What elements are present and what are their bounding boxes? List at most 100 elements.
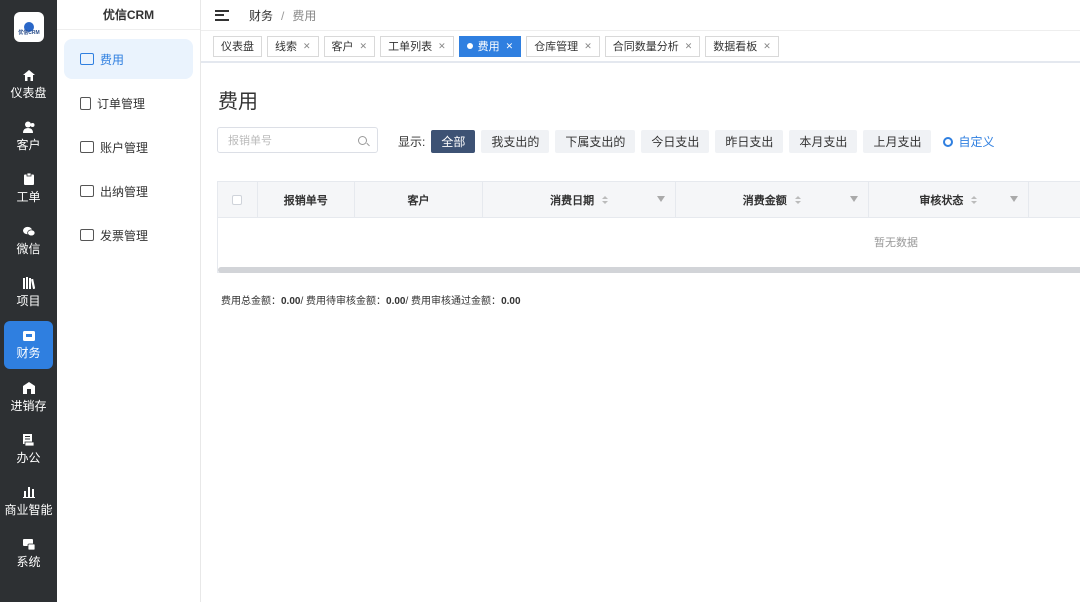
tab-leads[interactable]: 线索 ✕ — [267, 35, 319, 57]
search-input[interactable]: 报销单号 — [217, 127, 378, 153]
rail-item-label: 微信 — [16, 242, 41, 256]
filter-mine-button[interactable]: 我支出的 — [481, 130, 550, 153]
filter-last-month-button[interactable]: 上月支出 — [863, 130, 932, 153]
close-icon[interactable]: ✕ — [360, 41, 368, 52]
rail-item-label: 客户 — [16, 138, 41, 152]
column-header-status[interactable]: 审核状态 — [869, 182, 1030, 218]
column-header-date[interactable]: 消费日期 — [483, 182, 676, 218]
close-icon[interactable]: ✕ — [438, 41, 446, 52]
close-icon[interactable]: ✕ — [303, 41, 311, 52]
rail-item-dashboard[interactable]: 仪表盘 — [4, 61, 53, 109]
tab-tickets[interactable]: 工单列表 ✕ — [380, 35, 454, 57]
tab-data-board[interactable]: 数据看板 ✕ — [705, 35, 779, 57]
clipboard-icon — [23, 173, 35, 185]
home-icon — [22, 69, 35, 81]
filter-show-label: 显示: — [398, 135, 426, 149]
rail-item-projects[interactable]: 项目 — [4, 269, 53, 317]
wallet-icon — [22, 329, 35, 341]
sort-icon[interactable] — [602, 195, 609, 205]
filter-this-month-button[interactable]: 本月支出 — [789, 130, 858, 153]
rail-item-bi[interactable]: 商业智能 — [4, 478, 53, 526]
cashier-icon — [80, 185, 94, 197]
rail-item-system[interactable]: 系统 — [4, 530, 53, 578]
tab-dashboard[interactable]: 仪表盘 — [213, 35, 262, 57]
summary-total-label: 费用总金额： — [221, 296, 281, 307]
warehouse-icon — [22, 382, 35, 394]
sidebar-item-accounts[interactable]: 账户管理 — [64, 127, 193, 167]
rail-item-finance[interactable]: 财务 — [4, 321, 53, 369]
sidebar-item-label: 订单管理 — [97, 96, 146, 111]
column-header-claim-no[interactable]: 报销单号 — [258, 182, 355, 218]
breadcrumb-separator: / — [281, 8, 285, 23]
sort-icon[interactable] — [971, 195, 978, 205]
sidebar-item-orders[interactable]: 订单管理 — [64, 83, 193, 123]
page-title: 费用 — [218, 91, 258, 113]
select-all-checkbox[interactable] — [232, 195, 243, 205]
rail-item-customers[interactable]: 客户 — [4, 113, 53, 161]
breadcrumb: 财务 / 费用 — [249, 7, 316, 24]
custom-filter-button[interactable]: 自定义 — [943, 133, 994, 150]
sidebar-item-expense[interactable]: 费用 — [64, 39, 193, 79]
page-tabs: 仪表盘 线索 ✕ 客户 ✕ 工单列表 ✕ 费用 ✕ 仓库管理 ✕ 合同数量分析 ✕ 数据看板… — [201, 31, 1080, 63]
tab-contract-analysis[interactable]: 合同数量分析 ✕ — [604, 35, 701, 57]
tab-warehouse[interactable]: 仓库管理 ✕ — [526, 35, 600, 57]
search-icon[interactable] — [358, 135, 367, 145]
sidebar-item-label: 账户管理 — [100, 140, 149, 155]
tab-label: 客户 — [331, 41, 354, 53]
breadcrumb-current: 费用 — [292, 8, 317, 23]
app-rail: 优信CRM 仪表盘 客户 工单 微信 项目 财务 进销存 办公 商业智能 系统 — [0, 0, 57, 602]
account-card-icon — [80, 141, 94, 153]
empty-state: 暂无数据 — [874, 237, 918, 249]
filter-icon[interactable] — [656, 196, 665, 202]
column-header-customer[interactable]: 客户 — [355, 182, 484, 218]
tab-label: 仪表盘 — [221, 41, 254, 53]
tab-label: 费用 — [477, 41, 500, 53]
close-icon[interactable]: ✕ — [584, 41, 592, 52]
summary-pending-value: 0.00 — [386, 296, 406, 307]
custom-filter-label: 自定义 — [958, 135, 995, 149]
rail-item-label: 进销存 — [10, 399, 47, 413]
finance-sidebar: 优信CRM 费用 订单管理 账户管理 出纳管理 发票管理 — [57, 0, 201, 602]
menu-toggle-icon[interactable] — [215, 9, 229, 21]
filter-subordinates-button[interactable]: 下属支出的 — [555, 130, 636, 153]
system-icon — [22, 538, 35, 550]
horizontal-scrollbar[interactable] — [218, 267, 1080, 273]
rail-item-wechat[interactable]: 微信 — [4, 217, 53, 265]
app-logo[interactable]: 优信CRM — [14, 12, 44, 42]
rail-item-label: 系统 — [16, 555, 41, 569]
breadcrumb-parent[interactable]: 财务 — [249, 9, 273, 23]
sidebar-item-invoices[interactable]: 发票管理 — [64, 215, 193, 255]
tab-customers[interactable]: 客户 ✕ — [323, 35, 376, 57]
filter-icon[interactable] — [1010, 196, 1019, 202]
tab-expense[interactable]: 费用 ✕ — [458, 35, 522, 57]
brand-title: 优信CRM — [57, 0, 200, 30]
expense-summary: 费用总金额：0.00/ 费用待审核金额：0.00/ 费用审核通过金额：0.00 — [221, 292, 521, 307]
column-label: 消费金额 — [742, 195, 787, 207]
rail-item-label: 办公 — [16, 451, 41, 465]
close-icon[interactable]: ✕ — [685, 41, 693, 52]
rail-item-inventory[interactable]: 进销存 — [4, 374, 53, 422]
tab-label: 工单列表 — [388, 41, 433, 53]
filter-icon[interactable] — [849, 196, 858, 202]
sidebar-item-cashier[interactable]: 出纳管理 — [64, 171, 193, 211]
main-content: 费用 报销单号 显示: 全部 我支出的 下属支出的 今日支出 昨日支出 本月支出… — [201, 65, 1080, 602]
close-icon[interactable]: ✕ — [763, 41, 771, 52]
rail-item-label: 财务 — [16, 346, 41, 360]
filter-today-button[interactable]: 今日支出 — [641, 130, 710, 153]
rail-item-tickets[interactable]: 工单 — [4, 165, 53, 213]
rail-item-office[interactable]: 办公 — [4, 426, 53, 474]
sort-icon[interactable] — [794, 195, 801, 205]
summary-approved-value: 0.00 — [501, 296, 521, 307]
briefcase-icon — [23, 434, 35, 446]
wechat-icon — [22, 225, 35, 237]
filter-yesterday-button[interactable]: 昨日支出 — [715, 130, 784, 153]
close-icon[interactable]: ✕ — [506, 41, 514, 52]
filter-all-button[interactable]: 全部 — [431, 130, 476, 153]
summary-approved-label: / 费用审核通过金额： — [405, 296, 502, 307]
bar-chart-icon — [22, 486, 35, 498]
column-header-amount[interactable]: 消费金额 — [676, 182, 869, 218]
invoice-icon — [80, 229, 94, 241]
column-label: 审核状态 — [919, 195, 964, 207]
column-label: 客户 — [407, 195, 430, 207]
rail-item-label: 商业智能 — [4, 503, 53, 517]
